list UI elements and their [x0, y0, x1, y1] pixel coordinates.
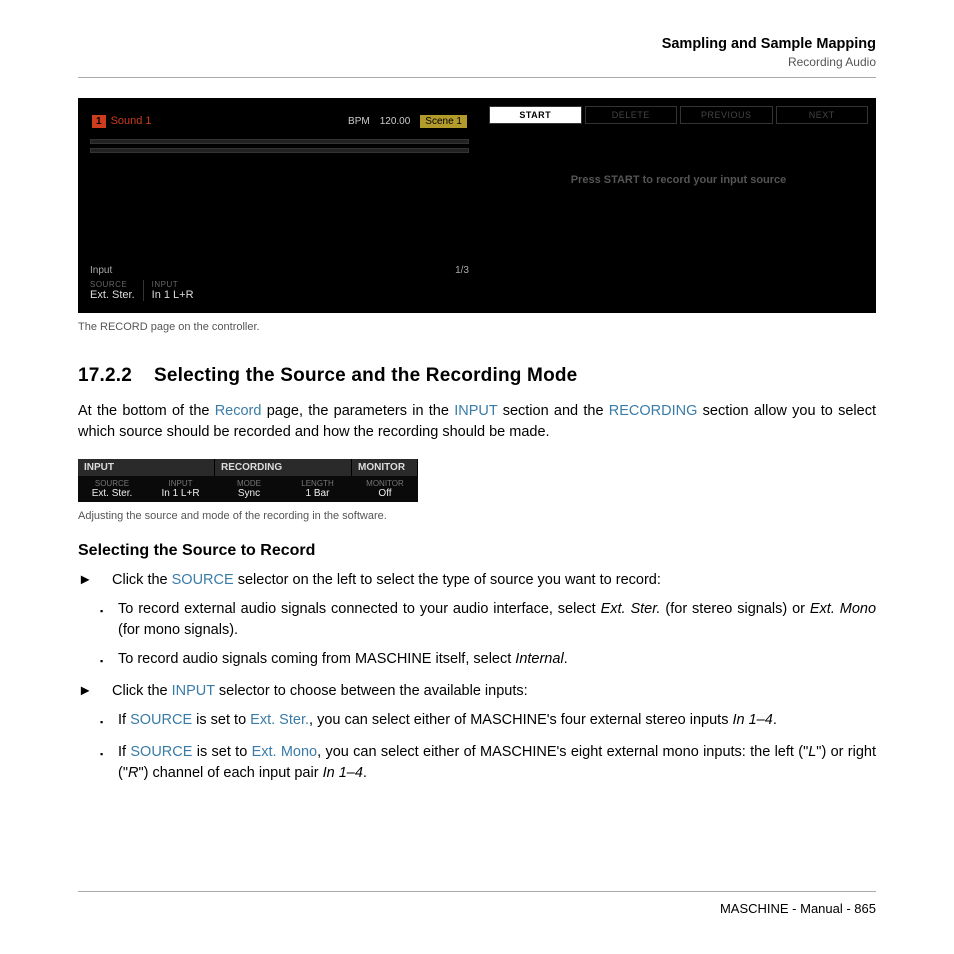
- input-link: INPUT: [172, 683, 215, 699]
- paragraph: At the bottom of the Record page, the pa…: [78, 401, 876, 443]
- progress-bar: [90, 139, 469, 144]
- param-label: INPUT: [152, 280, 194, 289]
- monitor-col: MONITOROff: [352, 479, 418, 499]
- sound-name: Sound 1: [111, 115, 152, 127]
- source-link: SOURCE: [172, 572, 234, 588]
- source-col: SOURCEExt. Ster.: [78, 479, 146, 499]
- section-name: Recording Audio: [78, 55, 876, 69]
- param-value: In 1 L+R: [152, 289, 194, 301]
- subheading: Selecting the Source to Record: [78, 542, 876, 560]
- bpm-scene-row: BPM 120.00 Scene 1: [348, 115, 467, 128]
- next-button: NEXT: [776, 106, 869, 124]
- divider: [78, 77, 876, 78]
- arrow-icon: ►: [78, 681, 112, 702]
- list-item: ▪ To record external audio signals conne…: [78, 599, 876, 641]
- controller-right-screen: START DELETE PREVIOUS NEXT Press START t…: [489, 106, 868, 305]
- monitor-header: MONITOR: [352, 459, 418, 476]
- controller-screenshot: 1 Sound 1 BPM 120.00 Scene 1 Input 1/3 S…: [78, 98, 876, 313]
- length-col: LENGTH1 Bar: [283, 479, 352, 499]
- bullet-icon: ▪: [100, 599, 118, 641]
- progress-bar: [90, 148, 469, 153]
- software-header-row: INPUT RECORDING MONITOR: [78, 459, 418, 476]
- bullet-icon: ▪: [100, 742, 118, 784]
- arrow-icon: ►: [78, 570, 112, 591]
- divider: [78, 891, 876, 892]
- list-item: ► Click the SOURCE selector on the left …: [78, 570, 876, 591]
- list-item: ▪ If SOURCE is set to Ext. Ster., you ca…: [78, 710, 876, 734]
- recording-link: RECORDING: [609, 403, 698, 419]
- page-indicator: 1/3: [455, 265, 469, 276]
- recording-header: RECORDING: [215, 459, 352, 476]
- input-col: INPUTIn 1 L+R: [146, 479, 215, 499]
- record-link: Record: [215, 403, 262, 419]
- chapter-title: Sampling and Sample Mapping: [78, 36, 876, 52]
- controller-left-screen: 1 Sound 1 BPM 120.00 Scene 1 Input 1/3 S…: [86, 106, 473, 305]
- source-param: SOURCE Ext. Ster.: [90, 280, 144, 301]
- input-link: INPUT: [454, 403, 497, 419]
- instruction-list: ► Click the SOURCE selector on the left …: [78, 570, 876, 784]
- start-button: START: [489, 106, 582, 124]
- list-item: ▪ If SOURCE is set to Ext. Mono, you can…: [78, 742, 876, 784]
- software-body-row: SOURCEExt. Ster. INPUTIn 1 L+R MODESync …: [78, 476, 418, 502]
- bullet-icon: ▪: [100, 710, 118, 734]
- param-value: Ext. Ster.: [90, 289, 135, 301]
- bpm-value: 120.00: [380, 116, 411, 127]
- list-item: ▪ To record audio signals coming from MA…: [78, 649, 876, 673]
- sound-number: 1: [92, 115, 106, 128]
- button-row: START DELETE PREVIOUS NEXT: [489, 106, 868, 124]
- sound-indicator: 1 Sound 1: [92, 115, 152, 128]
- list-item: ► Click the INPUT selector to choose bet…: [78, 681, 876, 702]
- input-section-label: Input: [90, 265, 112, 276]
- input-param: INPUT In 1 L+R: [152, 280, 202, 301]
- software-screenshot: INPUT RECORDING MONITOR SOURCEExt. Ster.…: [78, 459, 418, 502]
- section-title: Selecting the Source and the Recording M…: [154, 365, 578, 386]
- delete-button: DELETE: [585, 106, 678, 124]
- page-footer: MASCHINE - Manual - 865: [720, 901, 876, 916]
- param-row: SOURCE Ext. Ster. INPUT In 1 L+R: [90, 280, 469, 301]
- previous-button: PREVIOUS: [680, 106, 773, 124]
- bpm-label: BPM: [348, 116, 370, 127]
- input-header: INPUT: [78, 459, 215, 476]
- section-number: 17.2.2: [78, 365, 132, 386]
- mode-col: MODESync: [215, 479, 283, 499]
- progress-bars: [90, 139, 469, 153]
- figure-caption: Adjusting the source and mode of the rec…: [78, 510, 876, 522]
- section-heading: 17.2.2 Selecting the Source and the Reco…: [78, 365, 876, 387]
- press-start-message: Press START to record your input source: [489, 174, 868, 186]
- bullet-icon: ▪: [100, 649, 118, 673]
- figure-caption: The RECORD page on the controller.: [78, 321, 876, 333]
- scene-chip: Scene 1: [420, 115, 467, 128]
- page-header: Sampling and Sample Mapping Recording Au…: [78, 36, 876, 69]
- param-label: SOURCE: [90, 280, 135, 289]
